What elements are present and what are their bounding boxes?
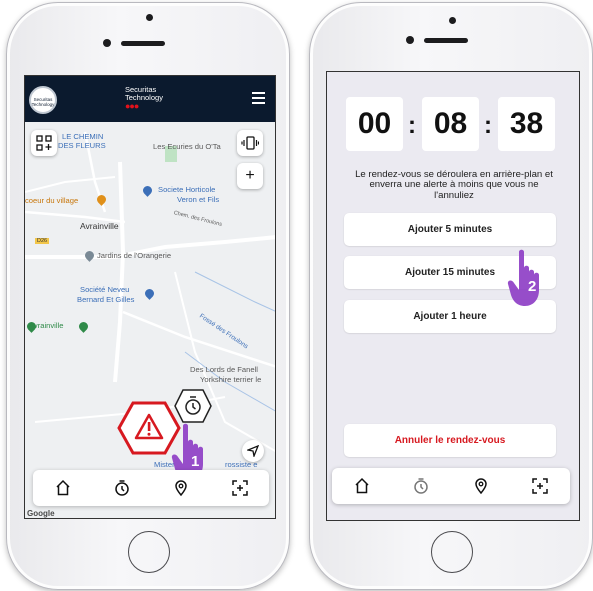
- road-shield: D26: [35, 238, 50, 244]
- timer-seconds: 38: [498, 97, 555, 151]
- map-label: Societe Horticole: [158, 185, 216, 194]
- info-text: Le rendez-vous se déroulera en arrière-p…: [355, 169, 553, 201]
- front-camera: [103, 39, 111, 47]
- location-icon: [174, 480, 187, 497]
- home-button[interactable]: [431, 531, 473, 573]
- tab-home[interactable]: [350, 474, 374, 498]
- tab-location[interactable]: [169, 476, 193, 500]
- bottom-tab-bar: [33, 470, 269, 506]
- map-label: Veron et Fils: [177, 195, 220, 204]
- map-label: DES FLEURS: [58, 141, 106, 150]
- bottom-tab-bar: [332, 468, 570, 504]
- app-header: Securitas Technology Securitas Technolog…: [25, 76, 275, 122]
- tab-location[interactable]: [469, 474, 493, 498]
- map-label: Des Lords de Fanell: [190, 365, 258, 374]
- tab-scan[interactable]: [528, 474, 552, 498]
- navigation-arrow-icon: [247, 445, 259, 457]
- map-label: Société Neveu: [80, 285, 130, 294]
- tab-scan[interactable]: [228, 476, 252, 500]
- cancel-appointment-button[interactable]: Annuler le rendez-vous: [344, 424, 556, 457]
- screen-left: Securitas Technology Securitas Technolog…: [24, 75, 276, 519]
- add-5-minutes-button[interactable]: Ajouter 5 minutes: [344, 213, 556, 246]
- earpiece-speaker: [424, 38, 468, 43]
- map-label: Jardins de l'Orangerie: [97, 251, 172, 260]
- map-label: Avrainville: [29, 321, 64, 330]
- scan-icon: [532, 478, 548, 494]
- sensor-dot: [146, 14, 153, 21]
- map-layers-button[interactable]: [31, 130, 57, 156]
- step-number-1: 1: [191, 453, 200, 470]
- map-label: coeur du village: [25, 196, 79, 205]
- vibrate-button[interactable]: [237, 130, 263, 156]
- google-logo: Google: [27, 509, 55, 518]
- tab-timer[interactable]: [110, 476, 134, 500]
- home-button[interactable]: [128, 531, 170, 573]
- brand-title: Securitas Technology ●●●: [125, 86, 163, 111]
- timer-hours: 00: [346, 97, 403, 151]
- scan-icon: [231, 480, 248, 496]
- tab-timer[interactable]: [409, 474, 433, 498]
- home-icon: [55, 479, 70, 496]
- location-icon: [474, 478, 487, 495]
- tab-home[interactable]: [51, 476, 75, 500]
- map-label: Yorkshire terrier le: [200, 375, 262, 384]
- timer-separator: :: [484, 112, 492, 139]
- timer-hex-button[interactable]: [173, 388, 213, 424]
- zoom-in-button[interactable]: +: [237, 163, 263, 189]
- step-number-2: 2: [528, 278, 537, 295]
- map-label: LE CHEMIN: [62, 132, 104, 141]
- front-camera: [406, 36, 414, 44]
- securitas-logo: Securitas Technology: [29, 86, 57, 114]
- timer-icon: [414, 478, 428, 494]
- timer-minutes: 08: [422, 97, 479, 151]
- map-label: Avrainville: [80, 221, 119, 231]
- plus-icon: +: [245, 167, 255, 184]
- recenter-button[interactable]: [242, 440, 264, 462]
- timer-separator: :: [408, 112, 416, 139]
- map-label: Bernard Et Gilles: [77, 295, 135, 304]
- home-icon: [355, 477, 369, 494]
- earpiece-speaker: [121, 41, 165, 46]
- screen-right: 00 : 08 : 38 Le rendez-vous se déroulera…: [326, 71, 580, 521]
- sensor-dot: [449, 17, 456, 24]
- map-view[interactable]: LE CHEMIN DES FLEURS Les Ecuries du O'Ta…: [25, 122, 275, 518]
- grid-add-icon: [36, 135, 52, 151]
- map-label: Les Ecuries du O'Ta: [153, 142, 221, 151]
- menu-icon[interactable]: [252, 92, 265, 104]
- vibrate-phone-icon: [241, 136, 259, 150]
- brand-dots: ●●●: [125, 101, 139, 111]
- timer-icon: [114, 480, 129, 496]
